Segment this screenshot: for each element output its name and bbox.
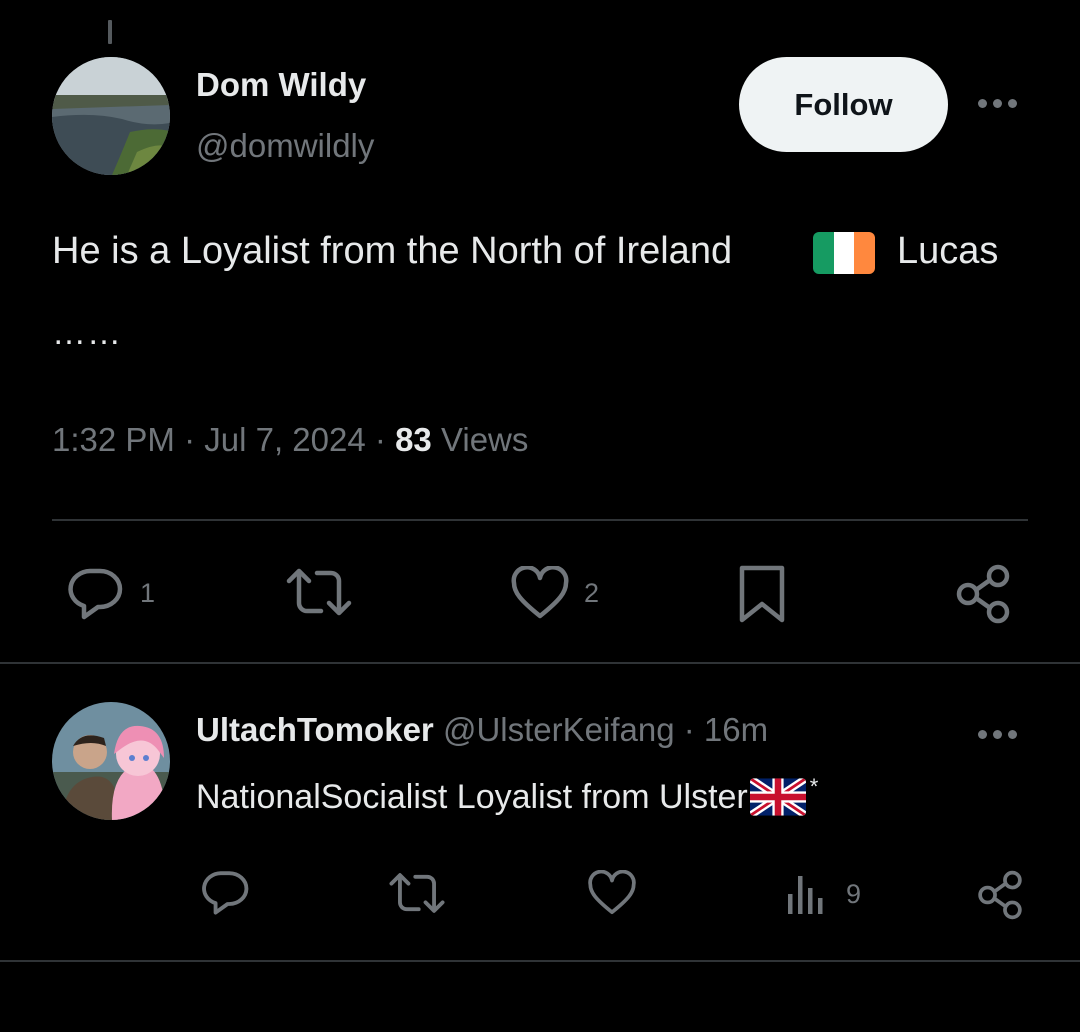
share-button[interactable] xyxy=(954,564,1012,624)
author-handle[interactable]: @domwildly xyxy=(196,127,374,165)
like-icon xyxy=(511,566,569,619)
meta-separator: · xyxy=(184,421,196,458)
reply-author-handle[interactable]: @UlsterKeifang xyxy=(443,711,675,748)
reply-like-button[interactable] xyxy=(587,870,637,916)
scroll-indicator xyxy=(108,20,112,44)
views-icon xyxy=(788,876,823,914)
reply-button[interactable]: 1 xyxy=(66,565,155,621)
tweet-text-line2: …… xyxy=(52,314,122,352)
like-button[interactable]: 2 xyxy=(510,566,599,620)
retweet-icon xyxy=(286,568,352,616)
ireland-flag-icon xyxy=(813,232,875,274)
retweet-button[interactable] xyxy=(285,567,353,617)
tweet-text-continuation: Lucas xyxy=(897,230,999,272)
bookmark-button[interactable] xyxy=(738,564,786,624)
reply-author-name[interactable]: UltachTomoker xyxy=(196,711,434,748)
reply-text: NationalSocialist Loyalist from Ulster xyxy=(196,777,748,816)
reply-author-avatar[interactable] xyxy=(52,702,170,820)
author-avatar[interactable] xyxy=(52,57,170,175)
reply-text-line: NationalSocialist Loyalist from Ulster * xyxy=(196,774,819,817)
reply-icon xyxy=(202,871,249,915)
reply-share-button[interactable] xyxy=(976,870,1024,920)
views-count: 83 xyxy=(395,421,432,458)
author-name[interactable]: Dom Wildy xyxy=(196,66,366,104)
tweet-text: He is a Loyalist from the North of Irela… xyxy=(52,230,733,272)
uk-flag-icon xyxy=(749,778,806,816)
bookmark-icon xyxy=(739,565,785,623)
reply-reply-button[interactable] xyxy=(200,868,250,916)
divider xyxy=(0,662,1080,664)
meta-separator: · xyxy=(374,421,386,458)
reply-views-button[interactable]: 9 xyxy=(786,872,861,916)
divider xyxy=(0,960,1080,962)
tweet-time[interactable]: 1:32 PM xyxy=(52,421,175,458)
like-count: 2 xyxy=(584,577,600,608)
reply-suffix: * xyxy=(809,774,819,799)
reply-separator: · xyxy=(683,711,695,748)
reply-header: UltachTomoker @UlsterKeifang · 16m xyxy=(196,711,768,749)
reply-more-icon[interactable] xyxy=(978,727,1024,741)
views-label: Views xyxy=(440,421,529,458)
reply-time[interactable]: 16m xyxy=(704,711,768,748)
reply-retweet-button[interactable] xyxy=(388,871,446,915)
share-icon xyxy=(978,870,1022,920)
reply-count: 1 xyxy=(140,577,156,608)
follow-button[interactable]: Follow xyxy=(739,57,948,152)
divider xyxy=(52,519,1028,521)
reply-icon xyxy=(68,568,123,620)
tweet-meta: 1:32 PM · Jul 7, 2024 · 83 Views xyxy=(52,421,528,459)
retweet-icon xyxy=(389,873,445,913)
share-icon xyxy=(956,564,1010,624)
reply-views-count: 9 xyxy=(846,878,862,909)
tweet-date[interactable]: Jul 7, 2024 xyxy=(204,421,365,458)
more-icon[interactable] xyxy=(978,93,1024,113)
like-icon xyxy=(588,870,636,915)
